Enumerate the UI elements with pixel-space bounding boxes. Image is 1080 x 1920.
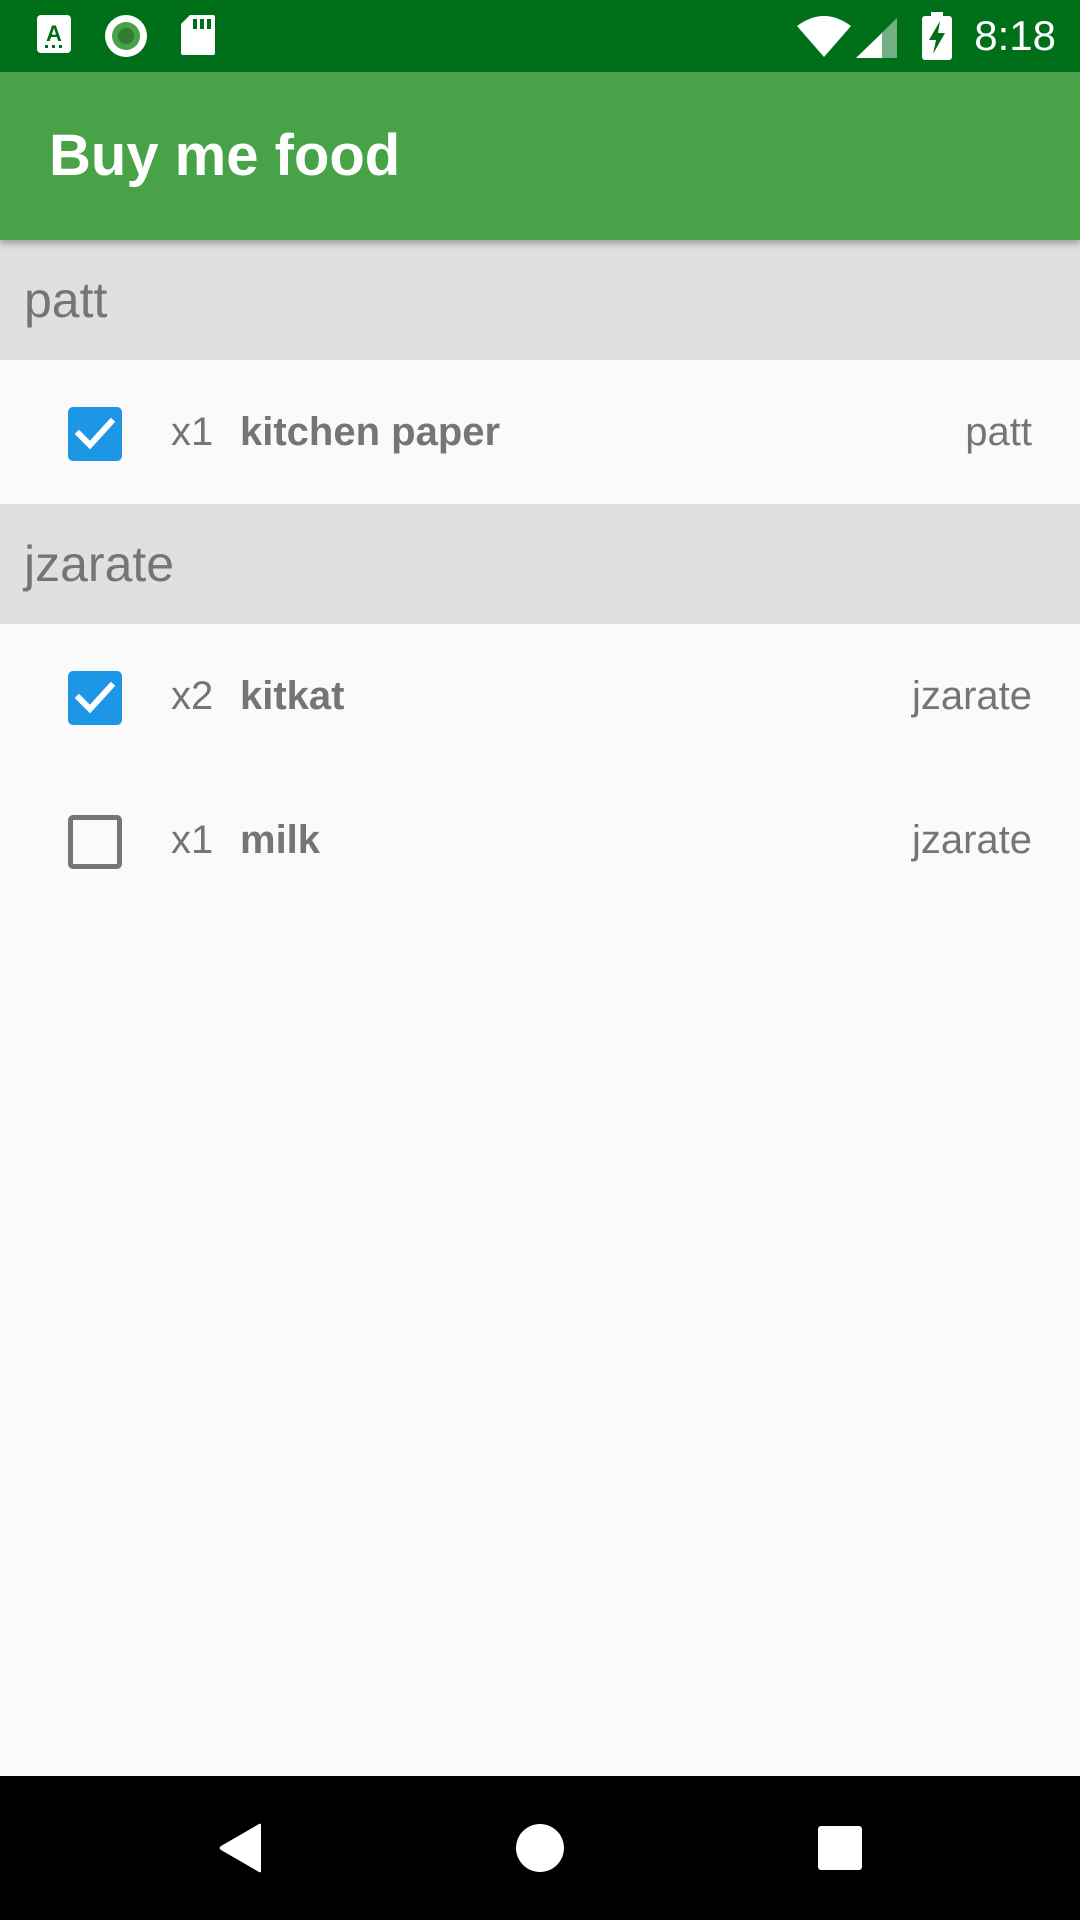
- checkmark-icon: [74, 681, 116, 714]
- item-checkbox[interactable]: [68, 671, 122, 725]
- item-quantity: x1: [171, 818, 214, 862]
- recents-icon: [818, 1826, 862, 1870]
- record-icon: [104, 14, 148, 63]
- item-name: kitchen paper: [240, 410, 501, 454]
- home-icon: [516, 1824, 564, 1872]
- item-checkbox[interactable]: [68, 407, 122, 461]
- battery-charging-icon: [922, 12, 952, 65]
- app-bar: Buy me food: [0, 72, 1080, 240]
- group-header-jzarate: jzarate: [0, 504, 1080, 624]
- status-bar: A 8:18: [0, 0, 1080, 72]
- svg-text:A: A: [46, 21, 62, 46]
- item-name: milk: [240, 818, 321, 862]
- wifi-icon: [796, 16, 852, 63]
- list-item[interactable]: x2 kitkat jzarate: [0, 624, 1080, 768]
- sd-card-icon: [180, 14, 216, 61]
- back-icon: [219, 1823, 261, 1873]
- item-assignee: patt: [965, 410, 1032, 454]
- recents-button[interactable]: [760, 1776, 920, 1920]
- back-button[interactable]: [160, 1776, 320, 1920]
- home-button[interactable]: [460, 1776, 620, 1920]
- group-header-patt: patt: [0, 240, 1080, 360]
- checkmark-icon: [74, 417, 116, 450]
- app-title: Buy me food: [49, 123, 401, 188]
- clock: 8:18: [974, 12, 1056, 59]
- item-quantity: x1: [171, 410, 214, 454]
- item-name: kitkat: [240, 674, 345, 718]
- group-owner-label: patt: [24, 272, 108, 328]
- shopping-list: patt x1 kitchen paper patt jzarate x2 ki…: [0, 240, 1080, 912]
- item-quantity: x2: [171, 674, 214, 718]
- list-item[interactable]: x1 milk jzarate: [0, 768, 1080, 912]
- item-checkbox[interactable]: [68, 815, 122, 869]
- item-assignee: jzarate: [911, 674, 1032, 718]
- item-assignee: jzarate: [911, 818, 1032, 862]
- group-owner-label: jzarate: [24, 536, 175, 592]
- keyboard-a-icon: A: [36, 14, 72, 59]
- navigation-bar: [0, 1776, 1080, 1920]
- list-item[interactable]: x1 kitchen paper patt: [0, 360, 1080, 504]
- cell-signal-icon: [856, 18, 898, 63]
